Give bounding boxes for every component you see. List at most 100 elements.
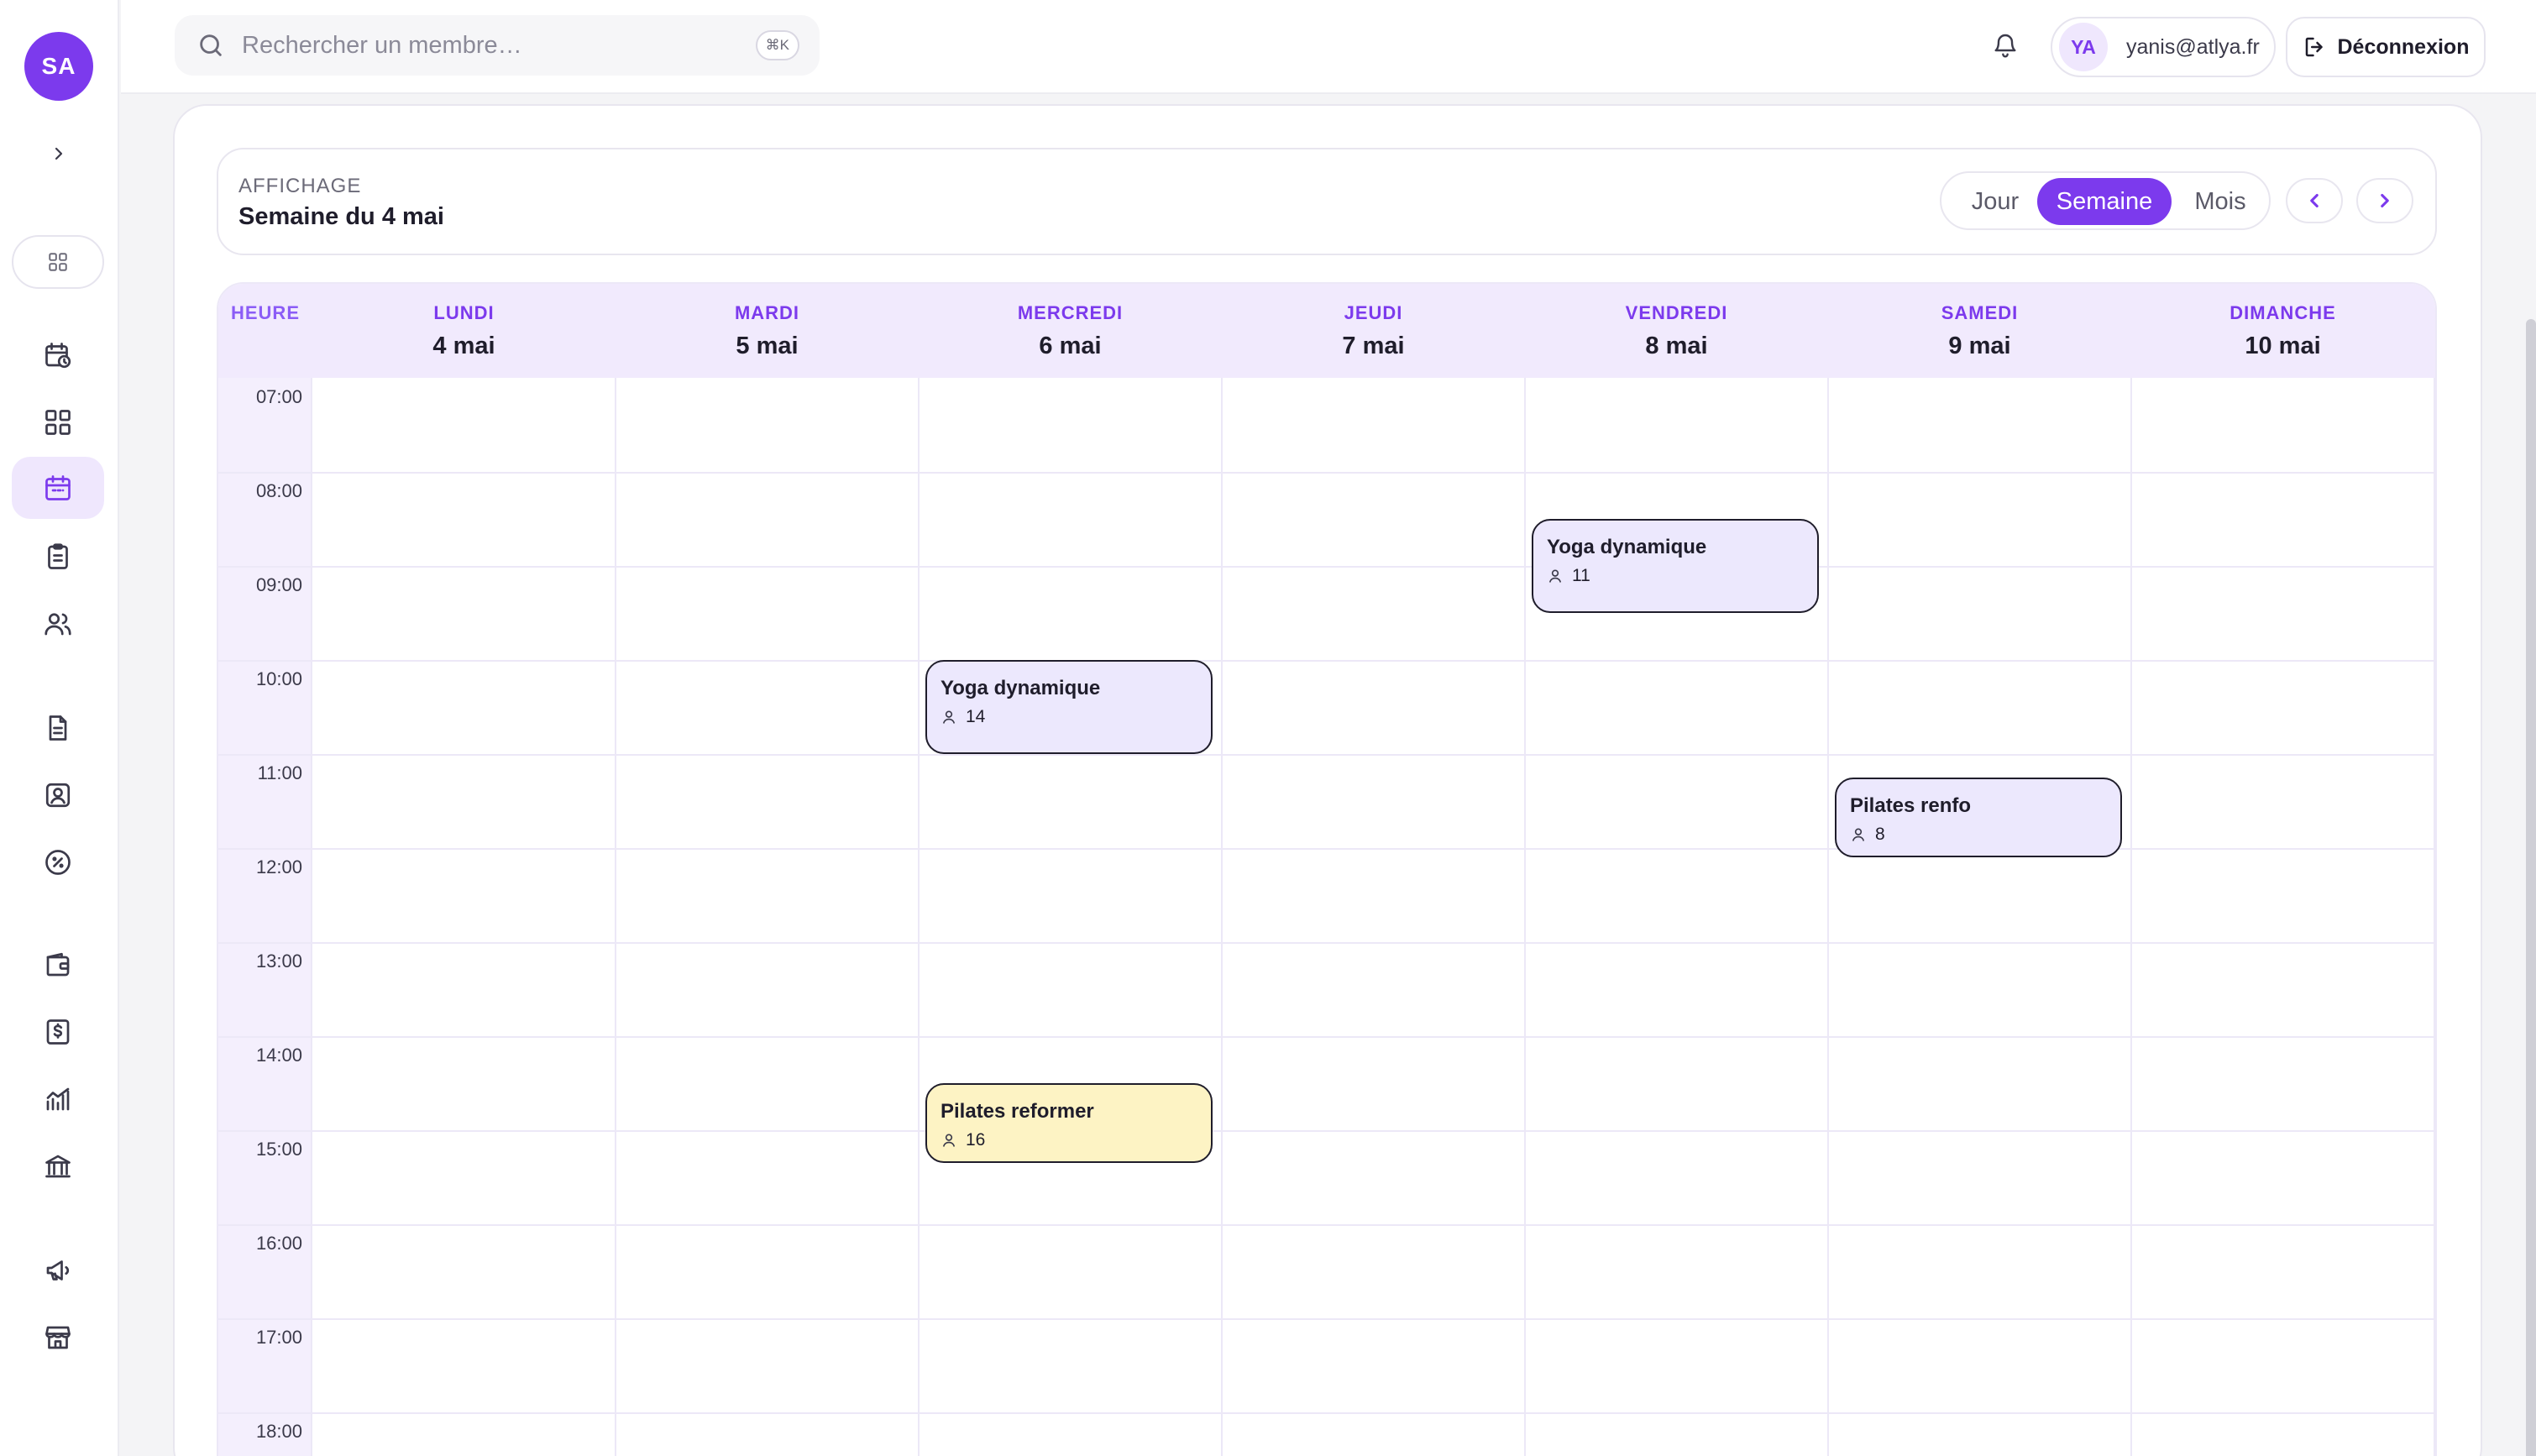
calendar-event[interactable]: Pilates renfo 8 [1835,778,2122,858]
day-column-divider [2130,378,2132,1456]
hour-gridline [218,1412,2435,1414]
user-menu[interactable]: YA yanis@atlya.fr [2051,17,2276,77]
avatar[interactable]: SA [24,32,93,101]
day-column-divider [1827,378,1829,1456]
hour-label: 14:00 [255,1045,302,1066]
person-icon [1548,569,1562,583]
sidebar-item-tasks[interactable] [12,526,104,588]
day-date: 4 mai [432,333,495,359]
calendar-header: HEURE LUNDI 4 mai MARDI 5 mai MERCREDI 6 mai J… [218,284,2435,378]
hour-label: 07:00 [255,386,302,407]
view-mode-switch: Jour Semaine Mois [1940,171,2271,230]
member-search[interactable]: ⌘K [175,15,820,76]
hour-gridline [218,660,2435,662]
hour-gridline [218,942,2435,944]
calendar-event[interactable]: Yoga dynamique 11 [1532,519,1819,613]
chevron-left-icon [2310,193,2319,208]
sidebar-item-bank[interactable] [12,1135,104,1197]
hour-label: 12:00 [255,856,302,877]
notifications-button[interactable] [1987,27,2024,64]
hour-label: 17:00 [255,1327,302,1348]
hour-column-header: HEURE [230,302,300,323]
week-calendar: HEURE LUNDI 4 mai MARDI 5 mai MERCREDI 6 mai J… [217,282,2437,1456]
sidebar-item-invoices[interactable] [12,1001,104,1063]
event-title: Pilates reformer [941,1100,1094,1123]
person-icon [942,1134,956,1147]
event-title: Yoga dynamique [941,677,1101,699]
event-title: Pilates renfo [1850,794,1972,817]
day-date: 8 mai [1645,333,1708,359]
view-label: AFFICHAGE [238,175,362,197]
hour-label: 10:00 [255,668,302,689]
day-name: VENDREDI [1625,302,1728,323]
hour-gridline [218,1130,2435,1132]
search-shortcut-badge: ⌘K [755,30,799,60]
attendee-count: 11 [1572,566,1590,585]
day-header: MERCREDI 6 mai [919,302,1222,360]
calendar-icon [45,475,71,500]
next-week-button[interactable] [2356,178,2413,223]
expand-sidebar-button[interactable] [42,137,76,170]
sidebar-item-marketing[interactable] [12,1239,104,1301]
chevron-right-icon [55,147,63,160]
event-attendees: 11 [1547,566,1804,586]
hour-gridline [218,566,2435,568]
event-attendees: 14 [941,707,1197,727]
attendee-count: 16 [966,1130,986,1150]
event-attendees: 8 [1850,825,2107,845]
day-column-divider [1524,378,1526,1456]
sidebar-item-store[interactable] [12,1307,104,1369]
page-scrollbar[interactable] [2526,319,2536,1456]
view-toolbar: AFFICHAGE Semaine du 4 mai Jour Semaine … [217,148,2437,255]
day-header: SAMEDI 9 mai [1828,302,2131,360]
day-name: MERCREDI [1017,302,1124,323]
wallet-icon [46,952,70,977]
day-header: LUNDI 4 mai [312,302,616,360]
hour-gridline [218,1036,2435,1038]
day-column-divider [918,378,920,1456]
person-icon [1852,828,1865,841]
sidebar-item-contacts[interactable] [12,764,104,826]
sidebar-item-schedule[interactable] [12,324,104,386]
sidebar-item-documents[interactable] [12,697,104,759]
calendar-event[interactable]: Yoga dynamique 14 [925,660,1213,754]
day-date: 10 mai [2245,333,2321,359]
apps-grid-button[interactable] [12,235,104,289]
day-column-divider [2434,378,2435,1456]
day-name: SAMEDI [1941,302,2019,323]
sidebar-item-members[interactable] [12,593,104,655]
document-icon [49,715,67,741]
sidebar-item-discounts[interactable] [12,831,104,893]
calendar-event[interactable]: Pilates reformer 16 [925,1083,1213,1164]
hour-label: 09:00 [255,574,302,595]
day-date: 6 mai [1039,333,1102,359]
view-mode-month[interactable]: Mois [2175,178,2266,225]
users-icon [45,613,71,636]
top-bar: ⌘K YA yanis@atlya.fr Déconnexion [121,0,2536,94]
sidebar-item-wallet[interactable] [12,934,104,996]
sidebar-item-dashboard[interactable] [12,391,104,453]
grid-icon [49,253,67,271]
hour-label: 13:00 [255,951,302,972]
logout-label: Déconnexion [2337,34,2470,59]
hour-label: 16:00 [255,1233,302,1254]
time-column [218,378,312,1456]
contact-card-icon [45,783,71,808]
schedule-card: AFFICHAGE Semaine du 4 mai Jour Semaine … [173,104,2482,1456]
day-column-divider [615,378,616,1456]
day-name: JEUDI [1344,302,1403,323]
bell-icon [1994,34,2016,58]
attendee-count: 14 [966,707,986,726]
search-input[interactable] [242,31,712,60]
sidebar-item-calendar[interactable] [12,457,104,519]
view-mode-day[interactable]: Jour [1948,178,2042,225]
previous-week-button[interactable] [2286,178,2343,223]
hour-label: 18:00 [255,1421,302,1442]
logout-button[interactable]: Déconnexion [2286,17,2486,77]
day-name: LUNDI [433,302,495,323]
view-mode-week[interactable]: Semaine [2037,178,2172,225]
chevron-right-icon [2381,193,2389,208]
sidebar-item-analytics[interactable] [12,1068,104,1130]
event-title: Yoga dynamique [1547,536,1707,558]
user-email: yanis@atlya.fr [2126,34,2260,59]
